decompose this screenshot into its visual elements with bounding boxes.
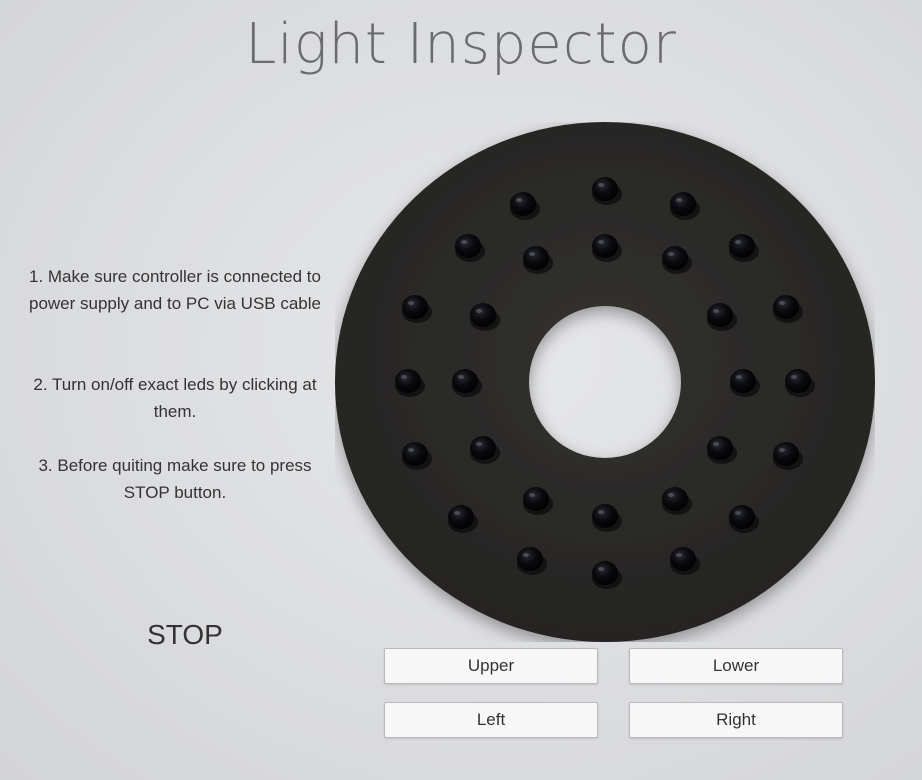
left-button[interactable]: Left (384, 702, 598, 738)
right-button[interactable]: Right (629, 702, 843, 738)
stop-button[interactable]: STOP (120, 613, 250, 657)
lower-button[interactable]: Lower (629, 648, 843, 684)
instruction-step-2: 2. Turn on/off exact leds by clicking at… (33, 375, 317, 421)
led-board (335, 122, 875, 642)
upper-button[interactable]: Upper (384, 648, 598, 684)
app-title: Light Inspector (245, 12, 677, 77)
instruction-step-1: 1. Make sure controller is connected to … (29, 267, 321, 313)
instruction-step-3: 3. Before quiting make sure to press STO… (38, 456, 312, 502)
